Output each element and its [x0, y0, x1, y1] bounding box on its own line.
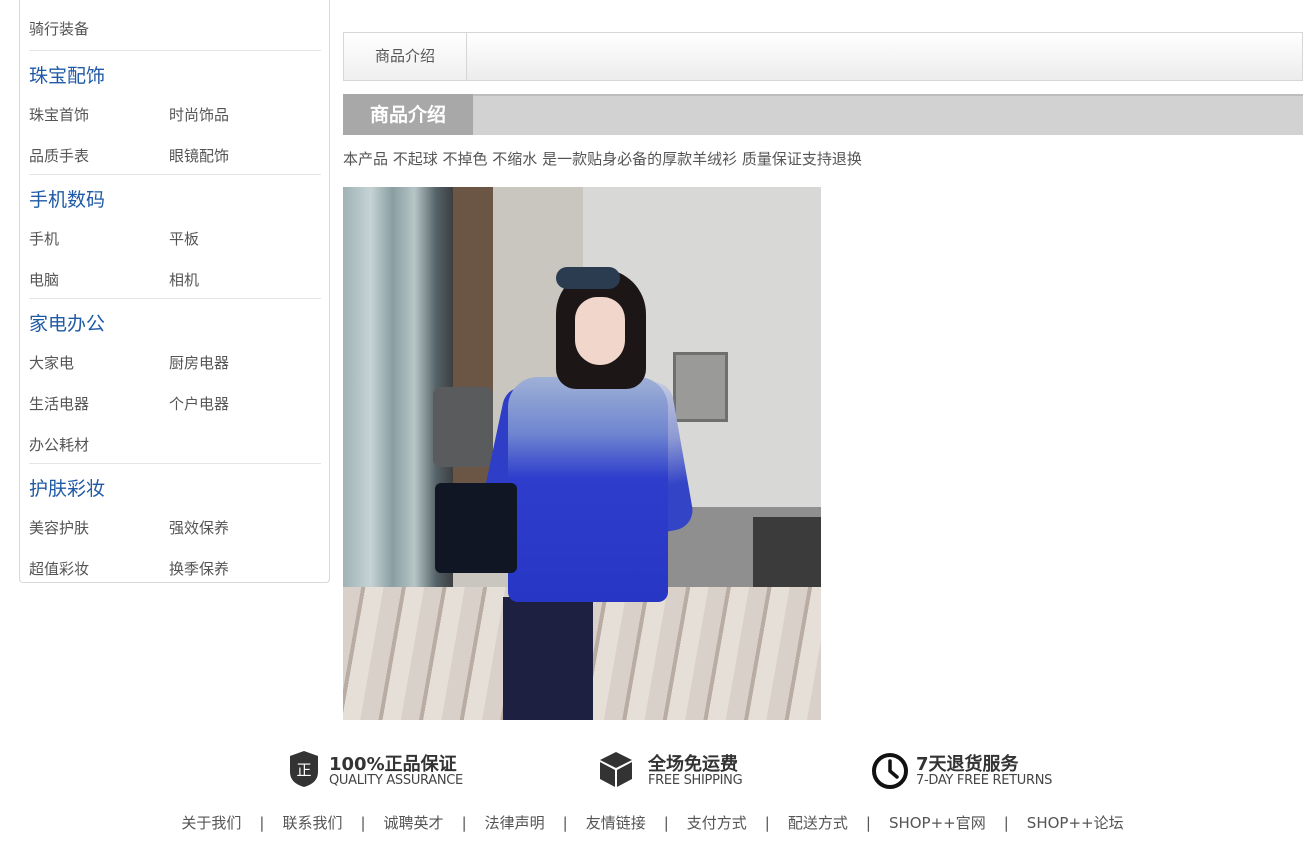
category-group-title[interactable]: 手机数码: [29, 185, 105, 212]
product-photo: [343, 187, 821, 720]
category-link[interactable]: 生活电器: [29, 393, 89, 414]
category-link[interactable]: 厨房电器: [169, 352, 229, 373]
footer-separator: |: [663, 814, 669, 832]
category-panel: 骑行装备 珠宝配饰 珠宝首饰 时尚饰品 品质手表 眼镜配饰 手机数码 手机 平板…: [19, 0, 330, 583]
photo-sweater: [508, 377, 668, 602]
category-link[interactable]: 品质手表: [29, 145, 89, 166]
category-row: 美容护肤 强效保养: [29, 505, 321, 546]
footer-separator: |: [764, 814, 770, 832]
footer-link-official-site[interactable]: SHOP++官网: [889, 814, 986, 832]
category-link[interactable]: 时尚饰品: [169, 104, 229, 125]
guarantee-subtitle: FREE SHIPPING: [648, 773, 743, 788]
footer-separator: |: [1003, 814, 1009, 832]
category-link-cycling[interactable]: 骑行装备: [29, 18, 89, 39]
category-link[interactable]: 眼镜配饰: [169, 145, 229, 166]
photo-face: [575, 297, 625, 365]
photo-legs: [503, 597, 593, 720]
section-title: 商品介绍: [343, 94, 473, 135]
category-row: 品质手表 眼镜配饰: [29, 133, 321, 174]
photo-pillar: [453, 187, 493, 517]
footer-link-contact[interactable]: 联系我们: [282, 814, 342, 832]
category-row: 大家电 厨房电器: [29, 340, 321, 381]
category-link[interactable]: 电脑: [29, 269, 59, 290]
category-link[interactable]: 超值彩妆: [29, 558, 89, 579]
category-link[interactable]: 手机: [29, 228, 59, 249]
category-row: 珠宝首饰 时尚饰品: [29, 92, 321, 133]
footer-separator: |: [461, 814, 467, 832]
shield-icon: 正: [290, 751, 318, 787]
category-link[interactable]: 办公耗材: [29, 434, 89, 455]
footer-link-about[interactable]: 关于我们: [181, 814, 241, 832]
category-row: 手机 平板: [29, 216, 321, 257]
product-tab-bar: 商品介绍: [343, 32, 1303, 81]
guarantee-subtitle: QUALITY ASSURANCE: [329, 773, 463, 788]
clock-icon: [872, 753, 908, 789]
category-link[interactable]: 个户电器: [169, 393, 229, 414]
page: 骑行装备 珠宝配饰 珠宝首饰 时尚饰品 品质手表 眼镜配饰 手机数码 手机 平板…: [0, 0, 1305, 854]
category-link[interactable]: 珠宝首饰: [29, 104, 89, 125]
footer-link-payment[interactable]: 支付方式: [687, 814, 747, 832]
category-link[interactable]: 大家电: [29, 352, 74, 373]
footer-separator: |: [360, 814, 366, 832]
category-link[interactable]: 强效保养: [169, 517, 229, 538]
category-list: 骑行装备 珠宝配饰 珠宝首饰 时尚饰品 品质手表 眼镜配饰 手机数码 手机 平板…: [29, 0, 321, 587]
photo-frame: [673, 352, 728, 422]
product-description: 本产品 不起球 不掉色 不缩水 是一款贴身必备的厚款羊绒衫 质量保证支持退换: [343, 150, 862, 168]
footer-link-forum[interactable]: SHOP++论坛: [1027, 814, 1124, 832]
category-link[interactable]: 美容护肤: [29, 517, 89, 538]
photo-glasses: [556, 267, 620, 289]
category-link[interactable]: 平板: [169, 228, 199, 249]
footer-link-legal[interactable]: 法律声明: [485, 814, 545, 832]
category-row: 办公耗材: [29, 422, 321, 463]
category-row: 生活电器 个户电器: [29, 381, 321, 422]
guarantee-subtitle: 7-DAY FREE RETURNS: [916, 773, 1053, 788]
category-group-title[interactable]: 家电办公: [29, 309, 105, 336]
box-icon: [600, 752, 632, 787]
footer-link-careers[interactable]: 诚聘英才: [384, 814, 444, 832]
footer-separator: |: [865, 814, 871, 832]
section-header: 商品介绍: [343, 94, 1303, 135]
category-link[interactable]: 换季保养: [169, 558, 229, 579]
category-group-appliances[interactable]: 家电办公: [29, 298, 321, 340]
footer-links: 关于我们 | 联系我们 | 诚聘英才 | 法律声明 | 友情链接 | 支付方式 | 配送方式 | SHOP+…: [0, 812, 1305, 833]
category-group-jewelry[interactable]: 珠宝配饰: [29, 50, 321, 92]
category-row: 超值彩妆 换季保养: [29, 546, 321, 587]
category-group-beauty[interactable]: 护肤彩妆: [29, 463, 321, 505]
service-guarantees: 正 100%正品保证 QUALITY ASSURANCE 全场免运费 FREE …: [0, 748, 1305, 796]
category-row: 电脑 相机: [29, 257, 321, 298]
tab-product-intro[interactable]: 商品介绍: [344, 33, 467, 80]
category-group-digital[interactable]: 手机数码: [29, 174, 321, 216]
category-row: 骑行装备: [29, 0, 321, 50]
footer-separator: |: [259, 814, 265, 832]
photo-handbag: [435, 483, 517, 573]
svg-text:正: 正: [296, 761, 311, 779]
category-group-title[interactable]: 护肤彩妆: [29, 474, 105, 501]
footer-link-friends[interactable]: 友情链接: [586, 814, 646, 832]
photo-chair: [433, 387, 493, 467]
footer-link-delivery[interactable]: 配送方式: [788, 814, 848, 832]
category-link[interactable]: 相机: [169, 269, 199, 290]
footer-separator: |: [562, 814, 568, 832]
category-group-title[interactable]: 珠宝配饰: [29, 61, 105, 88]
